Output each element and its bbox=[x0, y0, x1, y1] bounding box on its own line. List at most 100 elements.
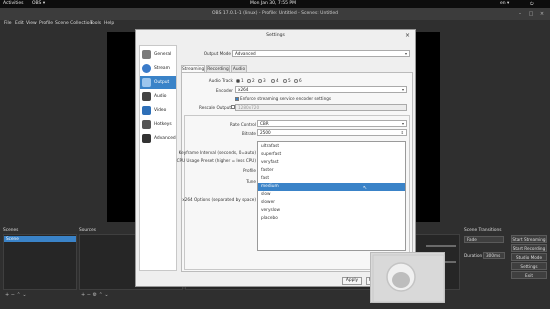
spin-arrows-icon[interactable]: ⇕ bbox=[401, 130, 404, 135]
obs-menubar: File Edit View Profile Scene Collection … bbox=[0, 20, 550, 28]
mixer-slider-1[interactable] bbox=[426, 245, 456, 247]
preset-option-fast[interactable]: fast bbox=[258, 175, 405, 183]
gear-icon bbox=[142, 50, 151, 59]
chevron-down-icon: ▾ bbox=[404, 51, 407, 56]
enforce-label: Enforce streaming service encoder settin… bbox=[240, 96, 332, 101]
output-mode-select[interactable]: Advanced ▾ bbox=[232, 50, 410, 57]
menu-edit[interactable]: Edit bbox=[15, 21, 24, 26]
preset-option-medium[interactable]: medium bbox=[258, 183, 405, 191]
audio-track-2[interactable]: 2 bbox=[247, 78, 255, 83]
bitrate-spinbox[interactable]: 2500 ⇕ bbox=[257, 129, 407, 136]
menu-help[interactable]: Help bbox=[104, 21, 114, 26]
scene-item[interactable]: Scene bbox=[4, 236, 76, 242]
rate-control-select[interactable]: CBR ▾ bbox=[257, 120, 407, 127]
sidebar-item-label: Hotkeys bbox=[154, 122, 172, 127]
close-window-icon[interactable]: × bbox=[538, 10, 546, 18]
menu-file[interactable]: File bbox=[4, 21, 12, 26]
sources-title: Sources bbox=[79, 228, 96, 233]
output-mode-value: Advanced bbox=[235, 51, 256, 56]
audio-track-4-label: 4 bbox=[276, 78, 279, 83]
studio-mode-button[interactable]: Studio Mode bbox=[511, 253, 547, 261]
sidebar-item-video[interactable]: Video bbox=[140, 104, 176, 117]
sidebar-item-advanced[interactable]: Advanced bbox=[140, 132, 176, 145]
audio-track-4[interactable]: 4 bbox=[271, 78, 279, 83]
preset-option-slower[interactable]: slower bbox=[258, 199, 405, 207]
enforce-checkbox[interactable]: Enforce streaming service encoder settin… bbox=[235, 96, 331, 101]
dialog-close-icon[interactable]: × bbox=[405, 32, 410, 39]
profile-label: Profile bbox=[242, 168, 256, 173]
audio-track-3-label: 3 bbox=[263, 78, 266, 83]
audio-track-6[interactable]: 6 bbox=[294, 78, 302, 83]
audio-track-6-label: 6 bbox=[299, 78, 302, 83]
transition-value: Fade bbox=[467, 237, 477, 242]
sidebar-item-output[interactable]: Output bbox=[140, 76, 176, 89]
start-recording-button[interactable]: Start Recording bbox=[511, 244, 547, 252]
face-silhouette-icon bbox=[372, 254, 445, 303]
clock[interactable]: Mon Jan 30, 7:55 PM bbox=[250, 1, 296, 6]
keyframe-label: Keyframe Interval (seconds, 0=auto) bbox=[178, 150, 256, 155]
preset-option-veryslow[interactable]: veryslow bbox=[258, 207, 405, 215]
preset-option-ultrafast[interactable]: ultrafast bbox=[258, 143, 405, 151]
apply-button[interactable]: Apply bbox=[342, 277, 362, 285]
duration-label: Duration bbox=[464, 253, 483, 258]
menu-view[interactable]: View bbox=[26, 21, 37, 26]
menu-scene-collection[interactable]: Scene Collection bbox=[55, 21, 92, 26]
language-indicator[interactable]: en ▾ bbox=[500, 1, 509, 6]
audio-track-3[interactable]: 3 bbox=[258, 78, 266, 83]
scenes-list[interactable]: Scene bbox=[3, 234, 77, 290]
bitrate-label: Bitrate bbox=[241, 131, 256, 136]
preset-option-veryfast[interactable]: veryfast bbox=[258, 159, 405, 167]
monitor-icon bbox=[142, 106, 151, 115]
audio-track-2-label: 2 bbox=[252, 78, 255, 83]
preset-option-superfast[interactable]: superfast bbox=[258, 151, 405, 159]
obs-title: OBS 17.0.1-1 (linux) - Profile: Untitled… bbox=[0, 8, 550, 20]
sidebar-item-audio[interactable]: Audio bbox=[140, 90, 176, 103]
sidebar-item-label: Video bbox=[154, 108, 167, 113]
menu-tools[interactable]: Tools bbox=[90, 21, 101, 26]
audio-track-1-label: 1 bbox=[241, 78, 244, 83]
sidebar-item-label: Stream bbox=[154, 66, 170, 71]
sidebar-item-label: Output bbox=[154, 80, 170, 85]
checkbox-checked-icon bbox=[235, 97, 239, 101]
audio-track-label: Audio Track bbox=[208, 78, 233, 83]
encoder-select[interactable]: x264 ▾ bbox=[235, 86, 407, 93]
sidebar-item-label: General bbox=[154, 52, 172, 57]
audio-track-5[interactable]: 5 bbox=[283, 78, 291, 83]
webcam-overlay bbox=[370, 252, 445, 303]
output-mode-label: Output Mode bbox=[203, 51, 231, 56]
gnome-top-bar: Activities OBS ▾ Mon Jan 30, 7:55 PM en … bbox=[0, 0, 550, 8]
activities-button[interactable]: Activities bbox=[3, 1, 24, 6]
app-menu[interactable]: OBS ▾ bbox=[32, 1, 45, 6]
menu-profile[interactable]: Profile bbox=[39, 21, 53, 26]
exit-button[interactable]: Exit bbox=[511, 271, 547, 279]
keyboard-icon bbox=[142, 120, 151, 129]
scene-controls[interactable]: + − ⌃ ⌄ bbox=[5, 292, 27, 298]
duration-input[interactable]: 300ms bbox=[483, 252, 505, 259]
power-icon[interactable]: ⏻ bbox=[530, 1, 534, 7]
start-streaming-button[interactable]: Start Streaming bbox=[511, 235, 547, 243]
cpu-preset-dropdown-list[interactable]: ultrafast superfast veryfast faster fast… bbox=[257, 141, 406, 251]
cpu-preset-label: CPU Usage Preset (higher = less CPU) bbox=[176, 158, 256, 163]
rescale-label: Rescale Output bbox=[199, 105, 231, 110]
chevron-down-icon: ▾ bbox=[401, 87, 404, 92]
audio-track-1[interactable]: 1 bbox=[236, 78, 244, 83]
sidebar-item-general[interactable]: General bbox=[140, 48, 176, 61]
preset-option-faster[interactable]: faster bbox=[258, 167, 405, 175]
rescale-select: 1280x720 bbox=[235, 104, 407, 111]
sidebar-item-label: Advanced bbox=[154, 136, 176, 141]
settings-sidebar: General Stream Output Audio Video Hotkey… bbox=[139, 45, 177, 271]
settings-dialog: Settings × General Stream Output Audio V… bbox=[135, 29, 416, 287]
cogs-icon bbox=[142, 134, 151, 143]
preset-option-placebo[interactable]: placebo bbox=[258, 215, 405, 223]
settings-button[interactable]: Settings bbox=[511, 262, 547, 270]
transition-select[interactable]: Fade bbox=[464, 236, 504, 243]
preset-option-slow[interactable]: slow bbox=[258, 191, 405, 199]
bitrate-value: 2500 bbox=[260, 130, 271, 135]
maximize-icon[interactable]: □ bbox=[527, 10, 535, 18]
minimize-icon[interactable]: – bbox=[516, 10, 524, 18]
source-controls[interactable]: + − ⚙ ⌃ ⌄ bbox=[81, 292, 109, 298]
sidebar-item-hotkeys[interactable]: Hotkeys bbox=[140, 118, 176, 131]
tune-label: Tune bbox=[246, 179, 256, 184]
sidebar-item-stream[interactable]: Stream bbox=[140, 62, 176, 75]
scenes-title: Scenes bbox=[3, 228, 19, 233]
